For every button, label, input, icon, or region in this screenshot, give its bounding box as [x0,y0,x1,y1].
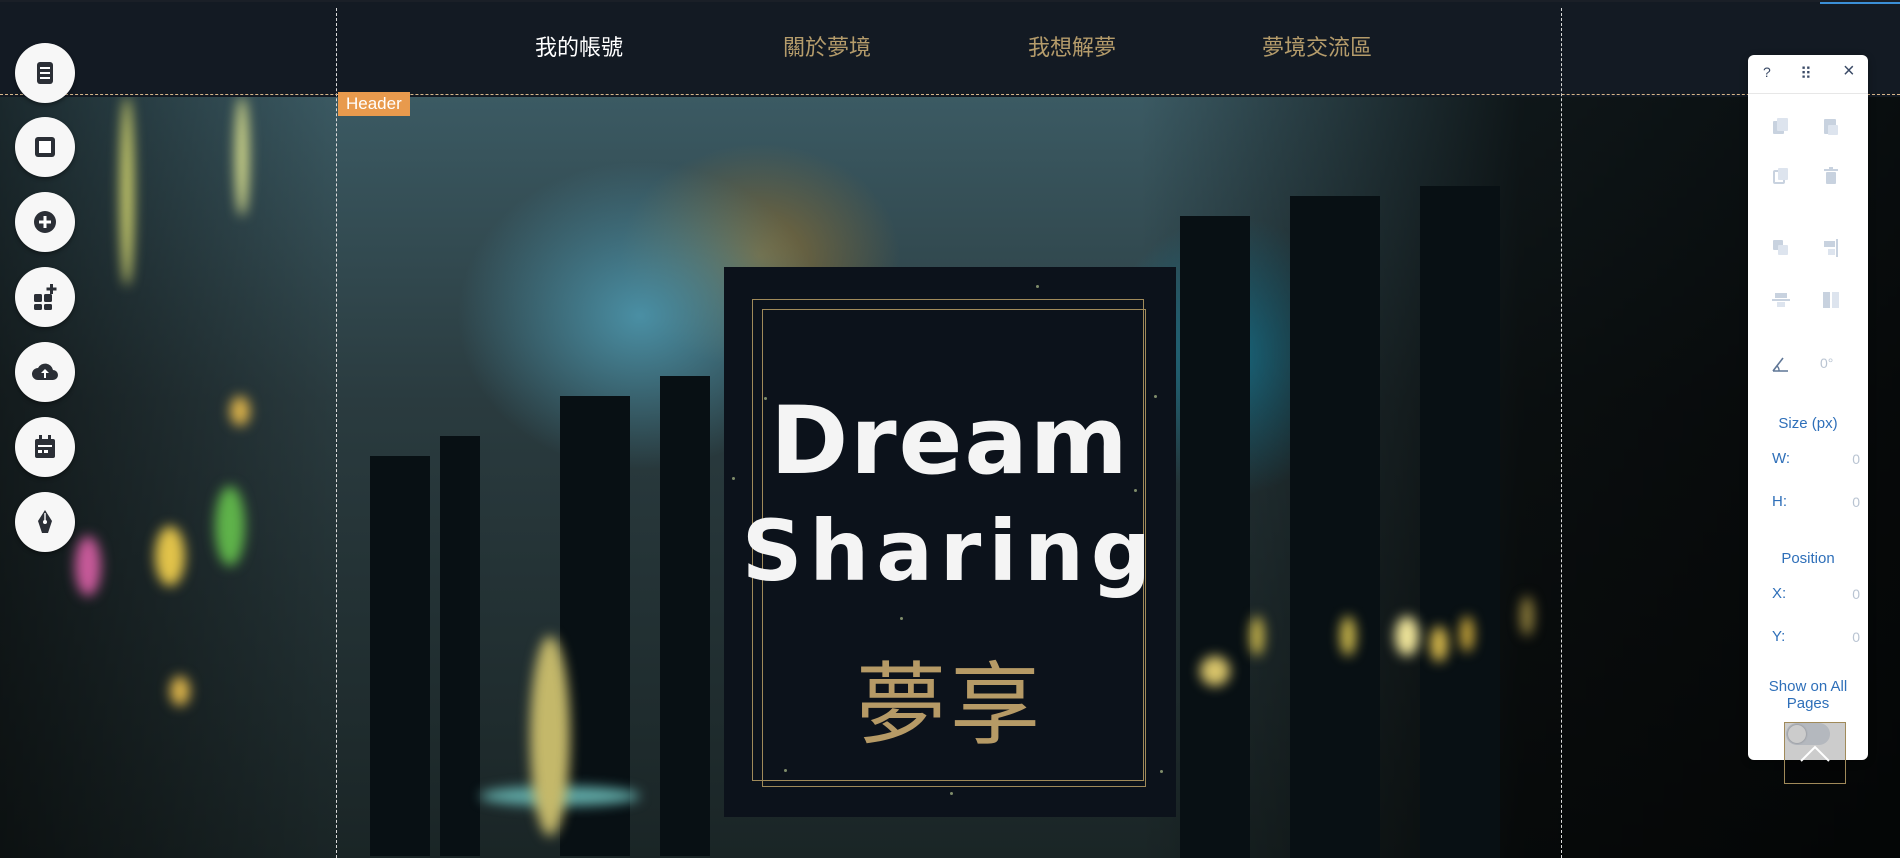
logo-title-sharing: Sharing [741,502,1159,600]
app-market-icon [34,284,57,310]
arrange-icon[interactable] [1770,237,1792,259]
x-label: X: [1772,585,1787,602]
layout-guide-left [336,8,337,858]
inspector-panel: ? ⠿ × 0° Size (px) W: H: Position X: Y: … [1748,55,1868,760]
align-icon[interactable] [1820,237,1842,259]
drag-handle-icon[interactable]: ⠿ [1800,64,1812,84]
x-position-input[interactable] [1818,585,1862,603]
help-button[interactable]: ? [1763,64,1771,80]
width-label: W: [1772,450,1791,467]
rotation-value[interactable]: 0° [1820,355,1833,371]
layout-guide-right [1561,8,1562,858]
nav-item-about-dreams[interactable]: 關於夢境 [783,30,871,62]
back-to-top-button[interactable] [1784,722,1846,784]
nav-item-dream-forum[interactable]: 夢境交流區 [1262,30,1372,62]
paste-style-icon[interactable] [1820,115,1842,137]
close-panel-button[interactable]: × [1843,60,1855,83]
height-input[interactable] [1818,493,1862,511]
background-button[interactable] [15,117,75,177]
position-section-label: Position [1781,550,1835,567]
nav-item-interpret-dream[interactable]: 我想解夢 [1028,30,1116,62]
inspector-panel-header: ? ⠿ × [1748,55,1868,94]
upload-media-button[interactable] [15,342,75,402]
show-on-all-pages-label: Show on All Pages [1768,678,1848,712]
main-navigation: 我的帳號 關於夢境 我想解夢 夢境交流區 [0,0,1900,95]
add-icon [34,211,56,233]
pen-icon [38,510,52,533]
nav-item-my-account[interactable]: 我的帳號 [535,30,623,62]
rotate-icon[interactable] [1770,353,1792,375]
duplicate-icon[interactable] [1770,165,1792,187]
calendar-icon [35,435,55,458]
width-input[interactable] [1818,450,1862,468]
size-section-label: Size (px) [1778,415,1838,432]
delete-icon[interactable] [1820,165,1842,187]
background-icon [35,137,55,157]
height-label: H: [1772,493,1787,510]
logo-title-dream: Dream [770,387,1130,496]
distribute-icon[interactable] [1770,289,1792,311]
y-position-input[interactable] [1818,628,1862,646]
pages-menu-button[interactable] [15,43,75,103]
match-size-icon[interactable] [1820,289,1842,311]
logo-card[interactable]: Dream Sharing 夢享 [724,267,1176,817]
app-market-button[interactable] [15,267,75,327]
pages-icon [37,62,53,84]
bookings-button[interactable] [15,417,75,477]
y-label: Y: [1772,628,1786,645]
copy-style-icon[interactable] [1770,115,1792,137]
chevron-up-icon [1800,745,1830,762]
add-element-button[interactable] [15,192,75,252]
upload-icon [32,363,58,380]
header-section-tag[interactable]: Header [338,92,410,116]
logo-title-chinese: 夢享 [856,653,1044,758]
blog-button[interactable] [15,492,75,552]
header-boundary-guide [0,94,1900,95]
